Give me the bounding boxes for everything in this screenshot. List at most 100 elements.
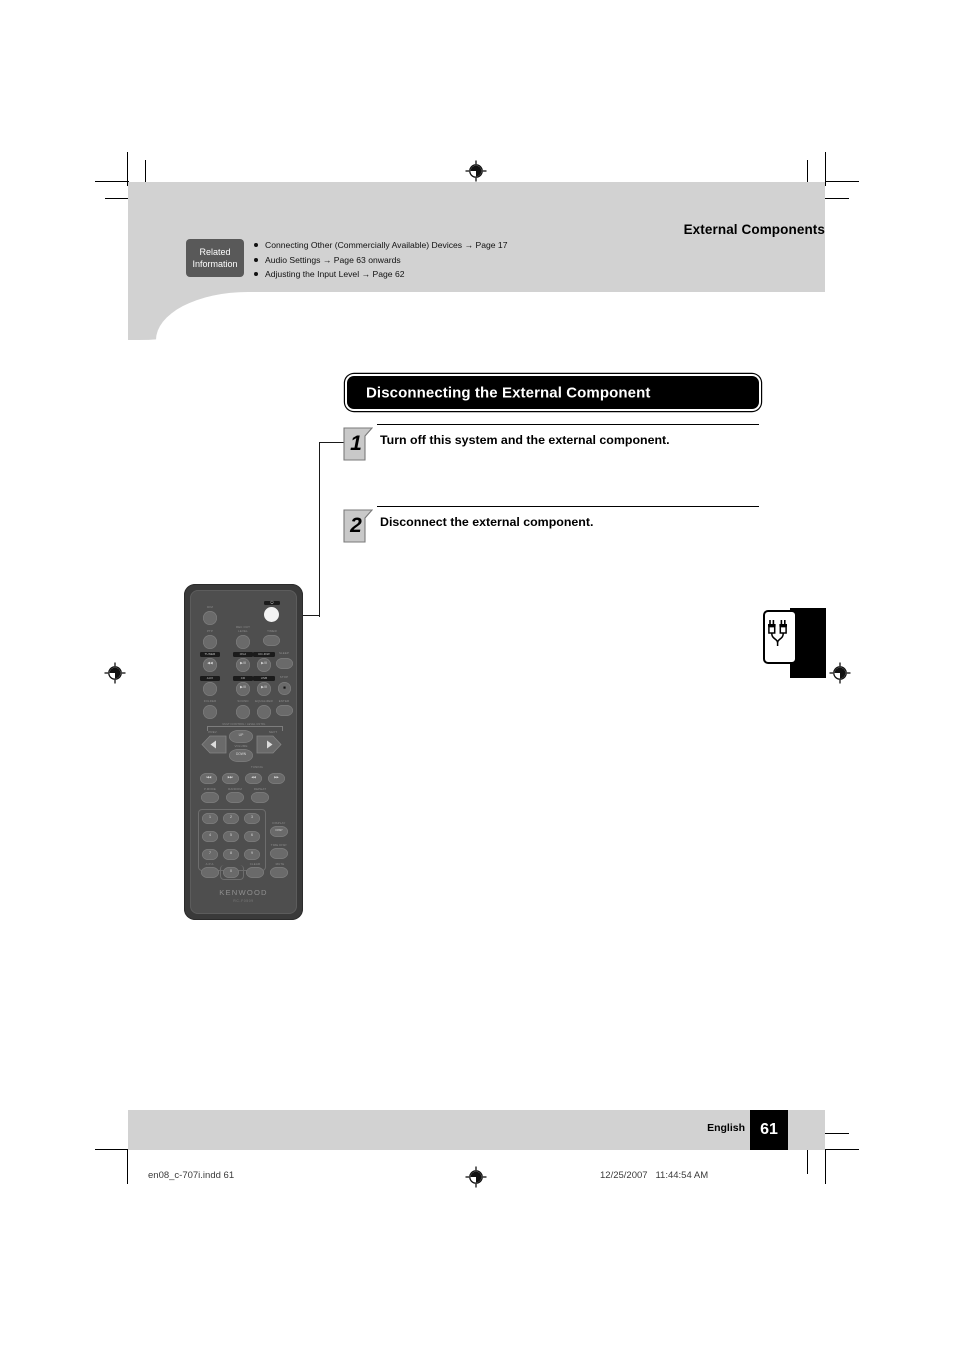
page-footer-band: English [128, 1110, 825, 1150]
remote-label-tuning: TUNING [251, 765, 263, 769]
remote-key-8-label: 8 [230, 851, 232, 855]
remote-label-cd: CD [233, 676, 253, 681]
header-band-swoosh [128, 292, 248, 340]
remote-label-repeat: REPEAT [253, 787, 267, 791]
remote-glyph-ffwd: ▶▶I [227, 775, 234, 779]
remote-label-ipod: iPod [233, 652, 253, 657]
remote-label-equalizer: EQUALIZER [255, 699, 273, 703]
related-item[interactable]: Connecting Other (Commercially Available… [254, 238, 774, 253]
remote-label-prev: PREV. [208, 730, 218, 734]
remote-key-4-label: 4 [209, 833, 211, 837]
step-marker-1: 1 [343, 427, 374, 461]
crop-mark-tr2-h [823, 198, 849, 200]
remote-control-illustration: DIM ⏻ PTP REC OUT LEVEL TIMER TUNER ◀◀ i… [184, 584, 303, 920]
remote-button-apa[interactable] [201, 867, 219, 878]
footer-page-number: 61 [760, 1121, 778, 1138]
remote-label-aux: AUX [200, 676, 220, 681]
step-number: 1 [350, 431, 362, 455]
side-tab-icon-box [763, 610, 797, 664]
manual-page: External Components Related Information … [0, 0, 954, 1350]
crop-mark-tr-h [825, 181, 859, 183]
step-rule [377, 506, 759, 508]
remote-button-folder[interactable] [203, 704, 217, 719]
remote-label-enter: ENTER [278, 699, 290, 703]
remote-key-5-label: 5 [230, 833, 232, 837]
remote-model-number: RC-F0509 [233, 899, 254, 903]
print-file-mark: en08_c-707i.indd 61 [148, 1170, 235, 1181]
remote-button-equalizer[interactable] [257, 704, 271, 719]
remote-label-pmode: P.MODE [204, 787, 216, 791]
step-number: 2 [350, 513, 362, 537]
remote-label-dim: DIM [207, 605, 213, 609]
crop-mark-br2-v [807, 1148, 809, 1174]
remote-glyph-rew: I◀◀ [205, 775, 212, 779]
remote-glyph-display: DISP [275, 828, 283, 832]
remote-glyph-ipod-play: ▶/II [240, 661, 246, 665]
print-date-mark: 12/25/2007 11:44:54 AM [600, 1170, 709, 1181]
remote-button-next[interactable] [256, 735, 282, 759]
remote-glyph-cdrw-play: ▶/II [261, 661, 267, 665]
remote-label-time-disp: TIME DISP. [270, 843, 288, 847]
remote-button-timer[interactable] [263, 634, 280, 646]
remote-button-dim[interactable] [203, 611, 217, 625]
remote-label-mute: MUTE [275, 862, 285, 866]
remote-button-aux[interactable] [203, 681, 217, 696]
step-rule [377, 424, 759, 426]
crop-mark-bl-v [127, 1150, 129, 1184]
remote-button-prev[interactable] [201, 735, 227, 759]
remote-label-rec-level: LEVEL [238, 629, 248, 633]
rca-plug-icon [768, 620, 787, 646]
remote-button-repeat[interactable] [251, 792, 269, 803]
next-arrow-shape [256, 735, 282, 754]
remote-label-display: DISPLAY [272, 821, 286, 825]
remote-label-random: RANDOM [228, 787, 242, 791]
remote-button-power[interactable] [264, 607, 279, 622]
remote-button-time-disp[interactable] [270, 848, 288, 859]
remote-button-ptp[interactable] [203, 634, 217, 649]
section-title: External Components [683, 222, 825, 237]
related-information-badge: Related Information [186, 239, 244, 277]
remote-key-0-label: 0 [230, 869, 232, 873]
remote-label-usb: USB [253, 676, 275, 681]
remote-key-1-label: 1 [209, 815, 211, 819]
crop-mark-br-v [825, 1150, 827, 1184]
crop-mark-bl-h [95, 1149, 129, 1151]
remote-key-3-label: 3 [251, 815, 253, 819]
section-heading-bar: Disconnecting the External Component [347, 376, 759, 409]
remote-key-9-label: 9 [251, 851, 253, 855]
remote-glyph-stop: ■ [283, 684, 286, 690]
registration-mark-left [104, 662, 126, 684]
remote-button-sound[interactable] [236, 704, 250, 719]
remote-key-7-label: 7 [209, 851, 211, 855]
remote-button-random[interactable] [226, 792, 244, 803]
prev-arrow-shape [201, 735, 227, 754]
remote-button-pmode[interactable] [201, 792, 219, 803]
remote-button-enter[interactable] [276, 704, 293, 716]
remote-label-sleep: SLEEP [278, 651, 290, 655]
footer-language: English [707, 1122, 745, 1134]
remote-button-sleep[interactable] [276, 657, 293, 669]
remote-label-clear: CLEAR [249, 862, 261, 866]
remote-brand-logo: KENWOOD [219, 888, 268, 897]
crop-mark-tl-h [95, 181, 129, 183]
remote-button-clear[interactable] [246, 867, 264, 878]
related-information-list: Connecting Other (Commercially Available… [254, 238, 774, 282]
related-badge-line1: Related [199, 247, 231, 257]
related-item[interactable]: Adjusting the Input Level → Page 62 [254, 267, 774, 282]
remote-glyph-tuner: ◀◀ [207, 661, 213, 665]
remote-label-cdrw: CD-R/W [253, 652, 275, 657]
remote-label-sound: SOUND [237, 699, 249, 703]
remote-glyph-usb-play: ▶/II [261, 685, 267, 689]
remote-button-rec-out-level[interactable] [236, 634, 250, 649]
remote-label-next: NEXT [268, 730, 278, 734]
step-text: Disconnect the external component. [380, 515, 594, 529]
remote-glyph-skip-back: ◀◀ [251, 775, 256, 779]
remote-label-stop: STOP [279, 675, 289, 679]
related-item[interactable]: Audio Settings → Page 63 onwards [254, 253, 774, 268]
remote-glyph-skip-fwd: ▶▶ [274, 775, 279, 779]
remote-label-up: UP [238, 733, 244, 737]
section-heading-text: Disconnecting the External Component [366, 384, 651, 401]
registration-mark-bottom [465, 1166, 487, 1188]
remote-button-mute[interactable] [270, 867, 288, 878]
remote-face: DIM ⏻ PTP REC OUT LEVEL TIMER TUNER ◀◀ i… [190, 590, 297, 914]
